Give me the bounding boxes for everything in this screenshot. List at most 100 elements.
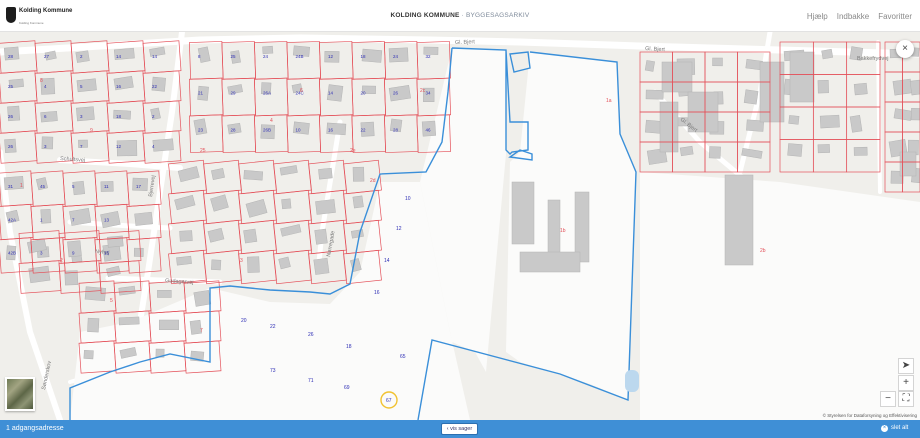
building <box>152 138 174 152</box>
delete-all-button[interactable]: × slet alt <box>881 425 908 432</box>
street-label: Gl. Bjert <box>645 46 666 53</box>
building <box>243 228 258 244</box>
building <box>712 57 723 67</box>
building <box>352 195 364 209</box>
building <box>708 146 721 159</box>
building <box>262 45 274 55</box>
building <box>243 170 264 181</box>
house-number: 28 <box>8 54 14 59</box>
site-number: 69 <box>344 385 350 391</box>
building <box>817 79 829 94</box>
house-number: 26 <box>393 91 399 96</box>
house-number: 11 <box>104 184 109 189</box>
basemap-layer-thumbnail[interactable] <box>5 377 35 411</box>
house-number: 45 <box>40 184 46 189</box>
house-number: 17 <box>136 184 142 189</box>
map-attribution: © Styrelsen for Dataforsyning og Effekti… <box>822 413 917 418</box>
building <box>679 145 694 157</box>
building <box>179 230 193 242</box>
bottom-bar: 1 adgangsadresse ‹ vis sager × slet alt <box>0 420 920 438</box>
building <box>281 198 292 210</box>
nav-favorites[interactable]: Favoritter <box>878 12 912 21</box>
house-number: 16 <box>328 127 334 132</box>
zoom-out-button[interactable]: − <box>880 391 896 407</box>
top-nav: Hjælp Indbakke Favoritter <box>807 12 912 21</box>
house-number: 24B <box>296 54 304 59</box>
site-number: 18 <box>346 344 352 350</box>
site-number: 73 <box>270 368 276 374</box>
building <box>853 82 868 96</box>
house-number: 26B <box>263 127 271 132</box>
house-number: 16 <box>116 84 122 89</box>
house-number: 24 <box>393 54 399 59</box>
cadastral-label: 2e <box>350 148 356 154</box>
house-number: 28 <box>231 127 237 132</box>
locate-button[interactable]: ➤ <box>898 358 914 374</box>
building <box>789 51 815 103</box>
page-title: KOLDING KOMMUNE · BYGGESAGSARKIV <box>0 12 920 19</box>
cadastral-label: 2b <box>760 248 766 254</box>
building <box>909 78 920 96</box>
building <box>84 286 107 302</box>
house-number: 34 <box>426 91 432 96</box>
building <box>107 235 124 248</box>
cadastral-label: 25 <box>200 148 206 154</box>
cadastral-label: 7 <box>200 328 203 334</box>
building <box>388 47 409 63</box>
building <box>659 101 679 153</box>
house-number: 26 <box>8 144 14 149</box>
house-number: 20 <box>361 91 367 96</box>
house-number: 18 <box>116 114 122 119</box>
house-number: 25 <box>8 84 14 89</box>
building <box>83 349 94 360</box>
delete-all-label: slet alt <box>891 425 909 431</box>
street-label: Bakkefrydvej <box>857 56 889 62</box>
house-number: 12 <box>328 54 334 59</box>
site-number: 26 <box>308 332 314 338</box>
building <box>314 228 328 245</box>
nav-inbox[interactable]: Indbakke <box>837 12 869 21</box>
cadastral-label: 1a <box>606 98 612 104</box>
map-canvas[interactable]: SchultsvejGl. BjertGl. BjertGl. BjertBak… <box>0 32 920 420</box>
cadastral-label: 8 <box>40 78 43 84</box>
cadastral-label: 2c <box>420 88 426 94</box>
building <box>40 77 56 95</box>
show-cases-label: vis sager <box>450 426 473 432</box>
building <box>574 191 590 263</box>
building <box>724 174 754 266</box>
house-number: 21 <box>198 91 204 96</box>
site-number: 22 <box>270 324 276 330</box>
zoom-in-button[interactable]: + <box>898 375 914 391</box>
house-number: 12 <box>116 144 122 149</box>
building <box>133 247 144 257</box>
logo-subtext: Kolding Kommune <box>19 21 44 25</box>
house-number: 14 <box>328 91 334 96</box>
house-number: 18 <box>361 54 367 59</box>
close-button[interactable]: × <box>896 40 914 58</box>
building <box>75 50 90 63</box>
cadastral-label: 1b <box>560 228 566 234</box>
house-number: 22 <box>152 84 158 89</box>
nav-help[interactable]: Hjælp <box>807 12 828 21</box>
extent-button[interactable]: ⛶ <box>898 391 914 407</box>
site-number: 14 <box>384 258 390 264</box>
site-number: 67 <box>386 398 392 404</box>
house-number: 28 <box>393 127 399 132</box>
top-bar: Kolding Kommune Kolding Kommune KOLDING … <box>0 0 920 32</box>
building <box>246 256 260 273</box>
house-number: 13 <box>104 217 110 222</box>
house-number: 23 <box>198 127 204 132</box>
cadastral-label: 2d <box>370 178 376 184</box>
cadastral-label: 6 <box>300 88 303 94</box>
cadastral-label: 1 <box>20 183 23 189</box>
address-count[interactable]: 1 adgangsadresse <box>6 425 64 432</box>
title-main: KOLDING KOMMUNE <box>390 12 460 19</box>
house-number: 24 <box>263 54 269 59</box>
building <box>853 146 868 156</box>
house-number: 25 <box>231 54 237 59</box>
house-number: 32 <box>426 54 432 59</box>
show-cases-button[interactable]: ‹ vis sager <box>441 423 478 435</box>
building <box>645 89 664 100</box>
building <box>519 251 581 273</box>
building <box>788 115 800 125</box>
